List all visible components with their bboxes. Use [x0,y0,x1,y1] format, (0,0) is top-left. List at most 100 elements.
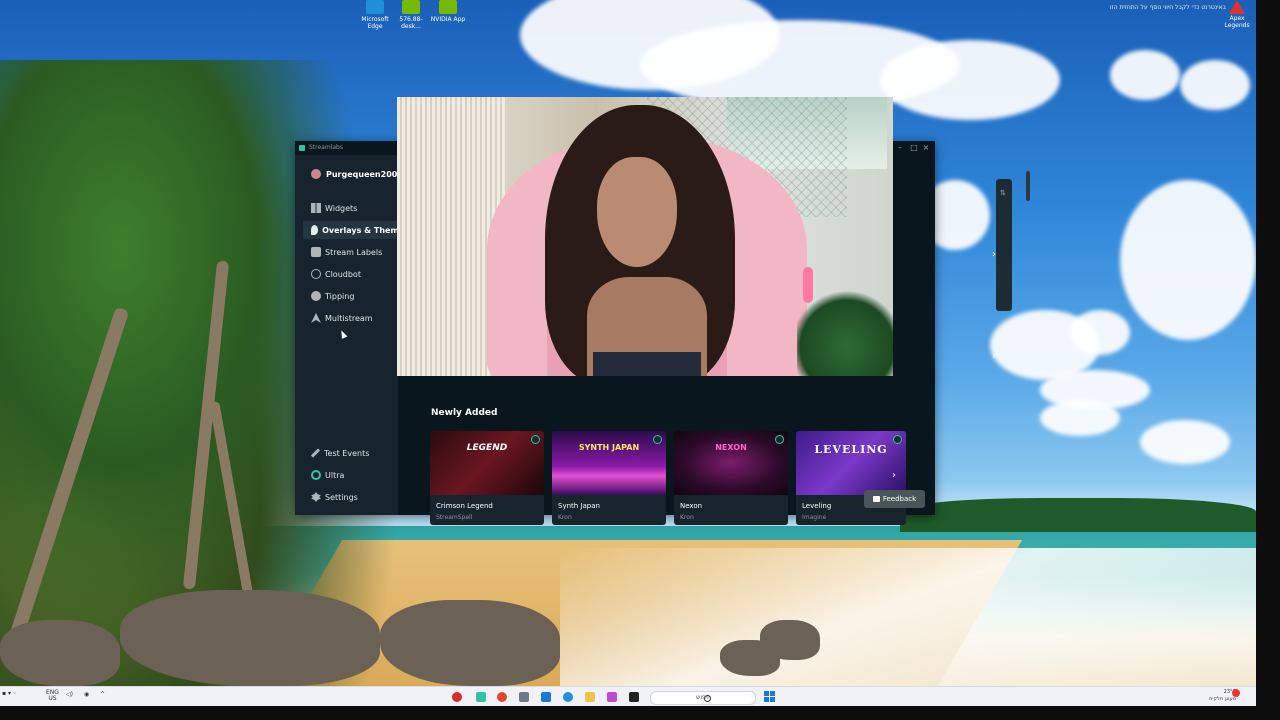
sidebar-item-widgets[interactable]: Widgets [311,199,357,217]
sidebar-item-cloudbot[interactable]: Cloudbot [311,265,361,283]
theme-card-crimson-legend[interactable]: LEGEND Crimson Legend StreamSpell [430,431,544,525]
theme-thumbnail: LEGEND [430,431,544,495]
desktop-icon-label: 576.88-desk... [399,16,423,30]
chrome-icon[interactable] [497,692,507,702]
network-icon[interactable]: ◉ [84,692,89,698]
streamlabs-logo-icon [299,145,305,151]
sidebar-item-label: Multistream [325,313,373,323]
label-icon [311,247,321,257]
username: Purgequeen2001 [326,169,403,179]
start-button[interactable] [764,691,775,702]
sidebar-item-label: Tipping [325,291,355,301]
thumbnail-text: LEGEND [466,443,508,453]
sidebar-item-stream-labels[interactable]: Stream Labels [311,243,382,261]
verified-badge-icon [775,435,784,444]
close-icon[interactable]: × [921,143,931,153]
screen-border [1256,0,1280,720]
theme-thumbnail: SYNTH JAPAN [552,431,666,495]
desktop-icon-edge[interactable]: Microsoft Edge [356,0,394,30]
verified-badge-icon [653,435,662,444]
sidebar-item-ultra[interactable]: Ultra [311,466,344,484]
gear-icon [311,492,321,502]
sidebar-item-settings[interactable]: Settings [311,488,358,506]
theme-name: Synth Japan [558,502,600,510]
theme-name: Leveling [802,502,832,510]
wrench-icon [310,448,321,458]
thumbnail-text: SYNTH JAPAN [578,443,640,452]
file-explorer-icon[interactable] [585,692,595,702]
sidebar-item-label: Cloudbot [325,269,361,279]
sidebar-item-tipping[interactable]: Tipping [311,287,354,305]
minimize-icon[interactable]: – [895,143,905,153]
app-icon-red[interactable] [452,692,462,702]
sidebar-item-label: Widgets [325,203,358,213]
chevron-up-icon[interactable]: ^ [100,692,105,698]
multistream-icon [311,313,321,323]
edge-icon[interactable] [563,692,573,702]
theme-author: StreamSpell [436,514,473,521]
feedback-button[interactable]: Feedback [864,490,925,508]
apex-legends-icon [1229,0,1245,14]
section-title-newly-added: Newly Added [431,408,498,418]
desktop-icon-label: NVIDIA App [430,16,466,23]
sidebar-item-test-events[interactable]: Test Events [310,444,370,462]
screen-border [0,706,1280,720]
desktop-icon-apex-legends[interactable]: Apex Legends [1224,0,1250,29]
windows-icon [764,691,769,696]
theme-author: Imagine [802,514,827,521]
theme-thumbnail: NEXON [674,431,788,495]
search-icon [704,695,711,702]
sidebar-item-label: Overlays & Themes [322,225,409,235]
verified-badge-icon [893,435,902,444]
webcam-overlay [397,97,893,376]
sidebar-item-multistream[interactable]: Multistream [311,309,373,327]
sidebar-item-label: Test Events [324,448,370,458]
theme-card-nexon[interactable]: NEXON Nexon Kron [674,431,788,525]
desktop-icon-label: Microsoft Edge [361,16,389,30]
sidebar-item-label: Ultra [325,470,345,480]
weather-notification-text: באינטרנט כדי לקבל חיווי נוסף על התחזית ה… [1109,4,1226,11]
theme-card-leveling[interactable]: LEVELING Leveling Imagine [796,431,906,525]
widgets-icon [311,203,321,213]
weather-desc: מעונן חלקית [1209,696,1236,702]
app-icon-purple[interactable] [607,692,617,702]
desktop-icon-label: Apex Legends [1224,15,1250,29]
palette-icon [311,225,319,235]
settings-taskbar-icon[interactable] [519,692,529,702]
thumbnail-text: LEVELING [814,443,888,456]
theme-name: Crimson Legend [436,502,493,510]
filter-icon[interactable]: ⇅ [1000,189,1010,199]
app-icon-dark[interactable] [629,692,639,702]
carousel-next-icon[interactable]: › [992,249,996,260]
volume-icon[interactable]: ◁) [66,692,73,698]
streamlabs-taskbar-icon[interactable] [476,692,486,702]
theme-thumbnail: LEVELING [796,431,906,495]
theme-card-synth-japan[interactable]: SYNTH JAPAN Synth Japan Kron [552,431,666,525]
nvidia-icon [439,0,457,14]
carousel-next-icon[interactable]: › [992,351,996,362]
tray-icons-left[interactable]: ▪ ▾ ◦ [2,691,16,697]
ultra-icon [311,470,321,480]
feedback-label: Feedback [882,495,917,503]
theme-author: Kron [558,514,572,521]
store-icon[interactable] [541,692,551,702]
theme-name: Nexon [680,502,703,510]
avatar [311,169,321,179]
taskbar: ▪ ▾ ◦ ENG US ◁) ◉ ^ חיפוש 23°C מעונן חלק… [0,686,1256,707]
desktop-icon-nvidia-driver[interactable]: 576.88-desk... [392,0,430,30]
sidebar-item-overlays-themes[interactable]: Overlays & Themes [303,221,409,239]
maximize-icon[interactable]: □ [909,143,919,153]
weather-widget[interactable]: 23°C מעונן חלקית [1196,689,1236,703]
user-profile[interactable]: Purgequeen2001 [311,168,403,180]
notification-badge-icon[interactable] [1232,689,1240,697]
desktop-icon-nvidia-app[interactable]: NVIDIA App [429,0,467,23]
language-indicator[interactable]: ENG US [46,690,59,702]
sidebar-item-label: Settings [325,492,358,502]
taskbar-search[interactable]: חיפוש [650,691,756,705]
tip-icon [311,291,321,301]
scrollbar[interactable] [1026,171,1030,201]
nvidia-icon [402,0,420,14]
robot-icon [311,269,321,279]
newly-added-next-icon[interactable]: › [892,470,896,481]
window-title: Streamlabs [309,144,343,151]
